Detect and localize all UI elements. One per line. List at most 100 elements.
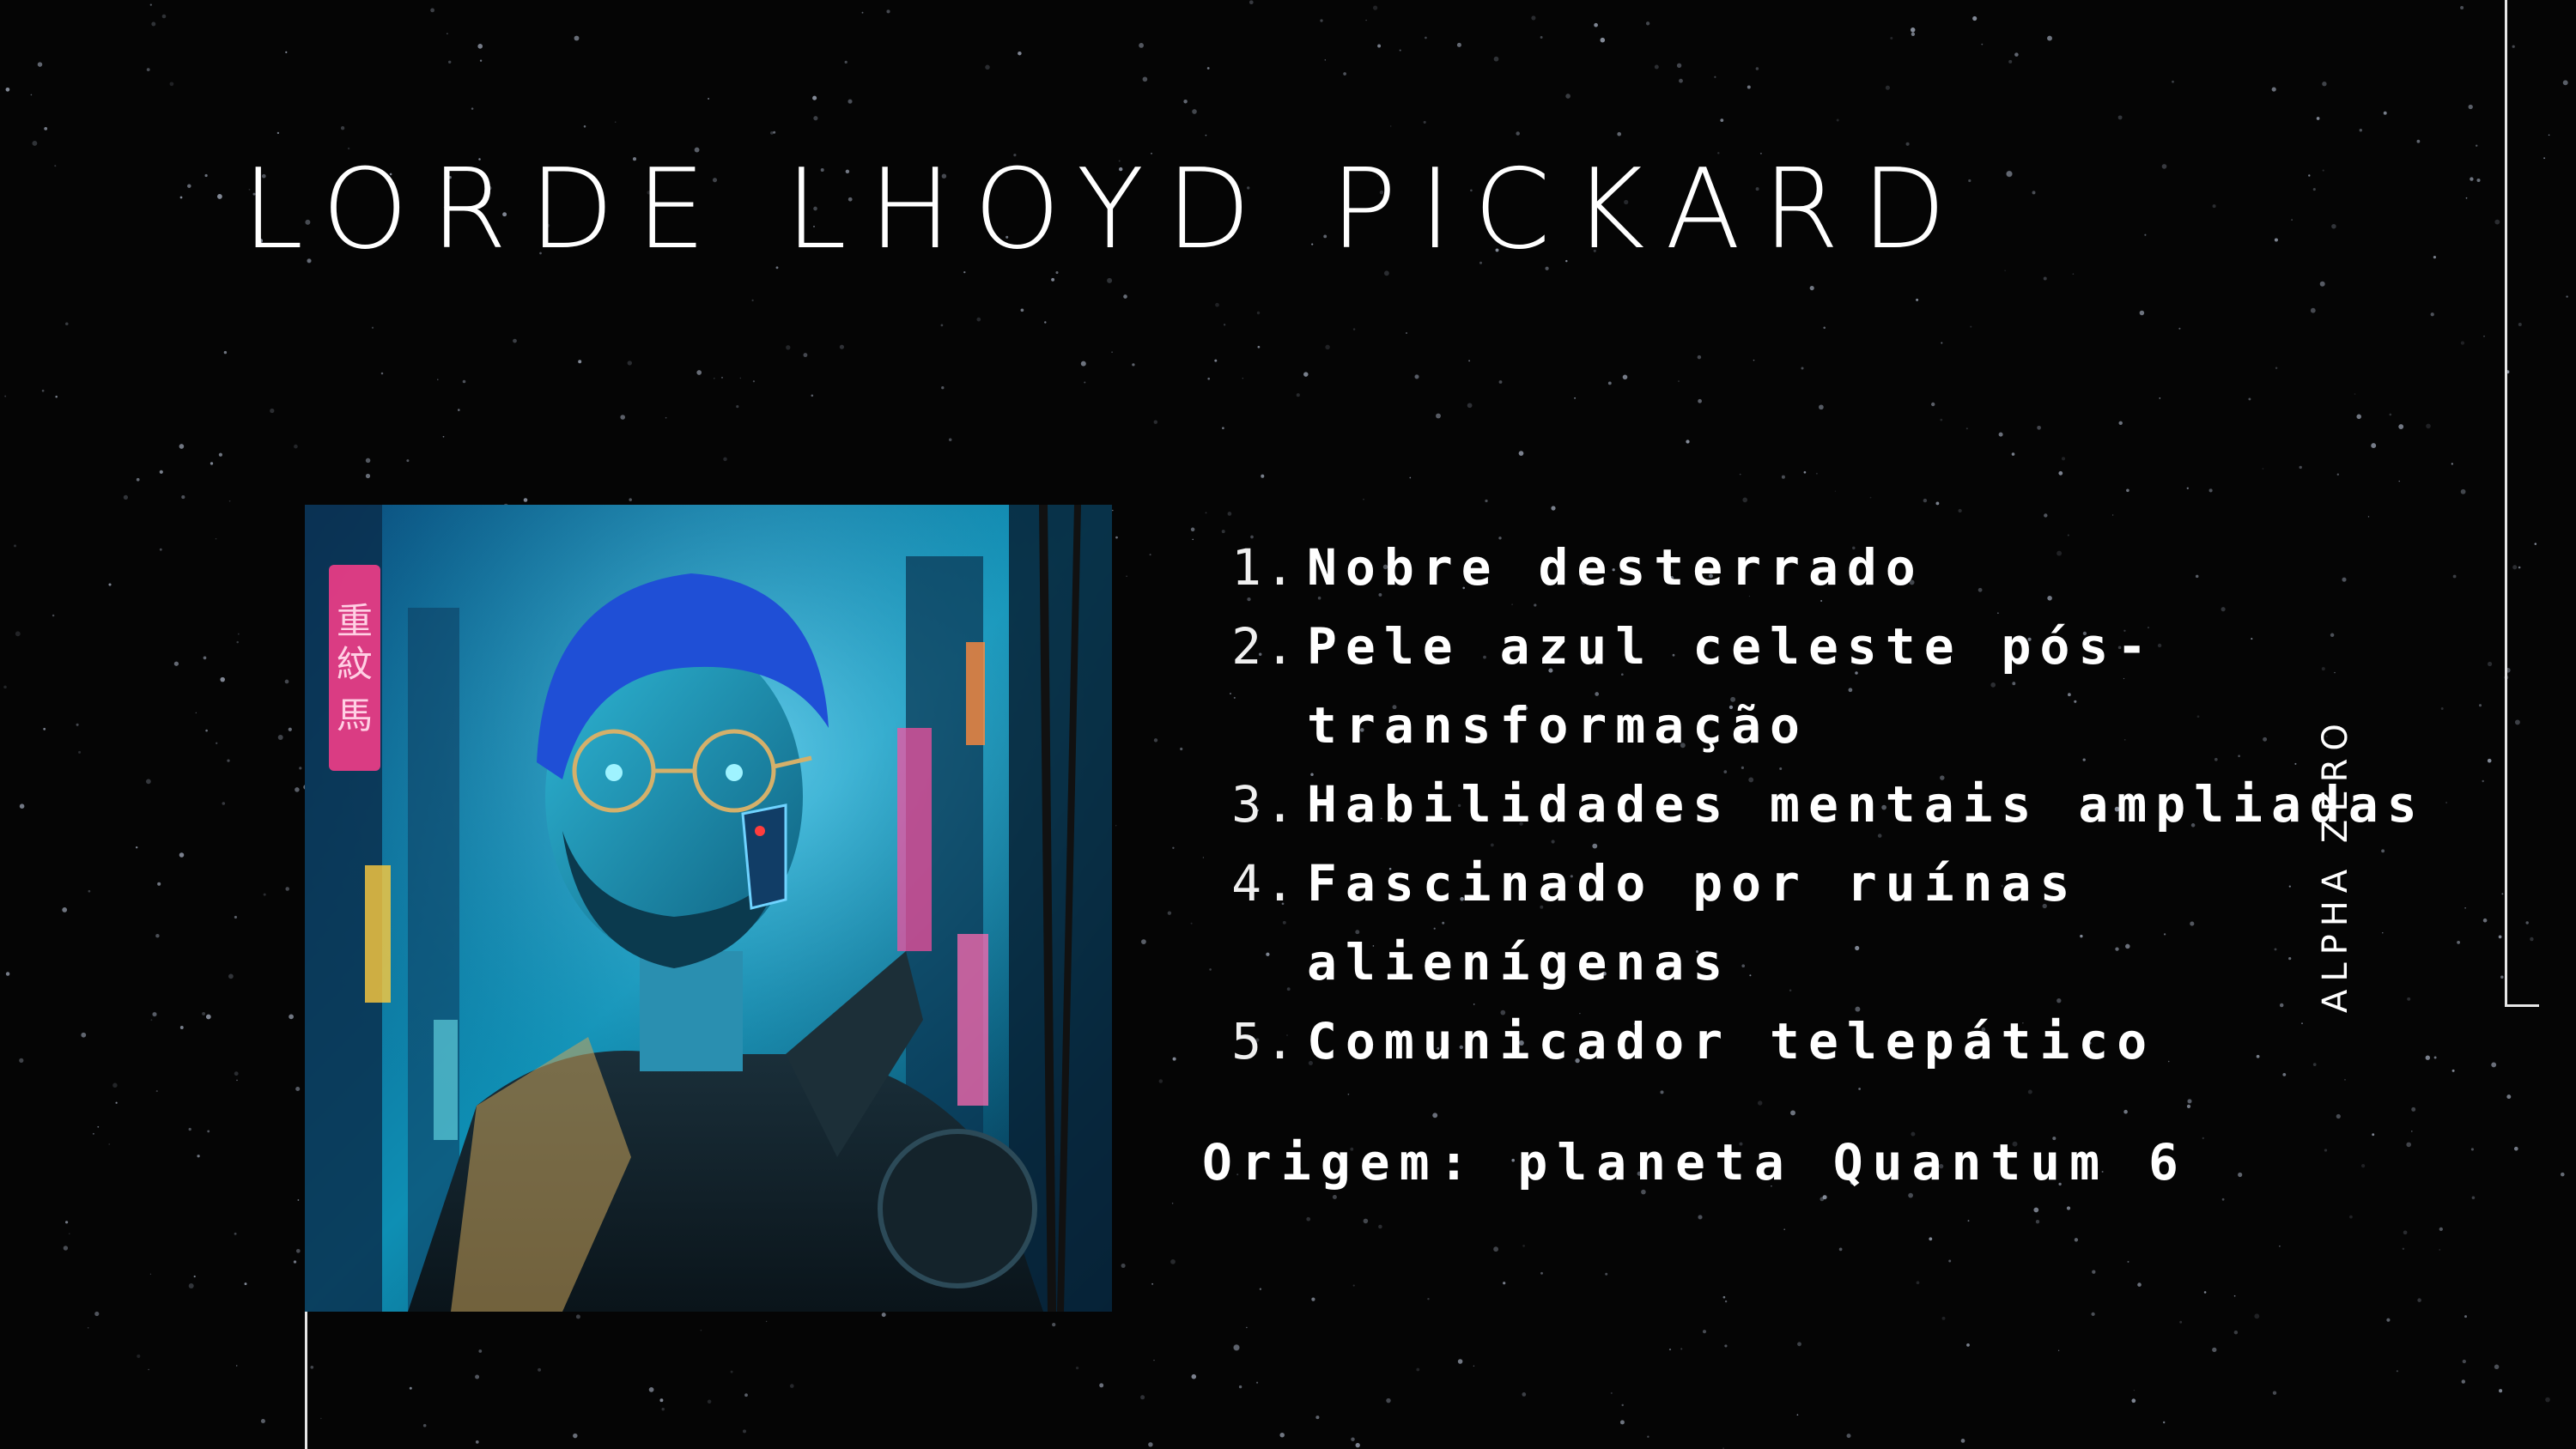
- star-dot: [288, 727, 292, 731]
- star-dot: [2319, 281, 2325, 287]
- star-dot: [148, 1368, 149, 1371]
- star-dot: [234, 915, 237, 919]
- star-dot: [1352, 328, 1356, 330]
- star-dot: [803, 353, 808, 358]
- star-dot: [108, 583, 112, 586]
- star-dot: [1617, 131, 1622, 136]
- star-dot: [1680, 1348, 1683, 1350]
- star-dot: [627, 361, 632, 366]
- star-dot: [1836, 118, 1839, 122]
- star-dot: [1051, 277, 1055, 282]
- star-dot: [2092, 1270, 2096, 1274]
- star-dot: [2483, 335, 2485, 337]
- star-dot: [1386, 1397, 1391, 1404]
- star-dot: [2417, 1298, 2421, 1302]
- star-dot: [2275, 367, 2278, 369]
- star-dot: [2137, 1282, 2142, 1287]
- list-item-text: Habilidades mentais ampliadas: [1307, 775, 2426, 834]
- star-dot: [1823, 326, 1826, 330]
- star-dot: [648, 1387, 654, 1392]
- star-dot: [1970, 325, 1972, 328]
- star-dot: [157, 882, 161, 886]
- star-dot: [2123, 1109, 2128, 1114]
- star-dot: [844, 60, 848, 64]
- star-dot: [2482, 779, 2484, 783]
- list-item-number: 1.: [1231, 538, 1298, 597]
- star-dot: [1205, 512, 1207, 514]
- star-dot: [1619, 1420, 1625, 1425]
- star-dot: [2460, 5, 2464, 10]
- star-dot: [1112, 509, 1114, 512]
- star-dot: [365, 473, 371, 479]
- portrait-illustration: 重 紋 馬: [305, 505, 1112, 1312]
- star-dot: [583, 125, 586, 128]
- star-dot: [181, 495, 185, 500]
- star-dot: [216, 193, 222, 199]
- star-dot: [1755, 67, 1759, 70]
- star-dot: [1121, 1263, 1126, 1268]
- star-dot: [2468, 104, 2473, 110]
- star-dot: [1222, 427, 1224, 430]
- star-dot: [2336, 1113, 2341, 1119]
- star-dot: [2465, 197, 2468, 199]
- star-dot: [1621, 1404, 1624, 1407]
- star-dot: [2494, 1364, 2500, 1370]
- star-dot: [1172, 846, 1175, 849]
- star-dot: [1192, 109, 1197, 114]
- star-dot: [203, 656, 207, 660]
- star-dot: [108, 1143, 111, 1145]
- star-dot: [2159, 397, 2161, 399]
- star-dot: [2316, 117, 2320, 120]
- star-dot: [2398, 480, 2400, 482]
- star-dot: [244, 1282, 247, 1286]
- trait-list: 1. Nobre desterrado 2. Pele azul celeste…: [1185, 528, 2456, 1081]
- star-dot: [1315, 1416, 1320, 1420]
- star-dot: [1261, 474, 1265, 478]
- star-dot: [2430, 312, 2434, 317]
- star-dot: [1679, 78, 1683, 83]
- list-item-text: Comunicador telepático: [1307, 1012, 2156, 1070]
- star-dot: [13, 544, 17, 548]
- star-dot: [1257, 345, 1261, 349]
- star-dot: [2451, 463, 2453, 465]
- star-dot: [1153, 420, 1158, 424]
- star-dot: [1427, 1297, 1430, 1300]
- star-dot: [813, 116, 818, 121]
- star-dot: [1279, 1432, 1285, 1438]
- star-dot: [1149, 554, 1151, 556]
- star-dot: [151, 21, 156, 27]
- star-dot: [2439, 1227, 2443, 1232]
- star-dot: [2411, 1131, 2413, 1132]
- star-dot: [2545, 1397, 2550, 1403]
- star-dot: [1259, 1288, 1262, 1290]
- star-dot: [1911, 32, 1916, 36]
- star-dot: [1948, 1259, 1952, 1263]
- star-dot: [430, 8, 435, 13]
- star-dot: [985, 64, 990, 70]
- star-dot: [1406, 332, 1407, 334]
- star-dot: [220, 676, 225, 682]
- star-dot: [65, 322, 69, 326]
- right-divider-tick: [2505, 1004, 2539, 1007]
- star-dot: [2513, 1146, 2518, 1151]
- star-dot: [2470, 177, 2474, 181]
- star-dot: [260, 1418, 265, 1424]
- star-dot: [1498, 380, 1503, 384]
- star-dot: [295, 1086, 301, 1092]
- star-dot: [1742, 497, 1748, 503]
- star-dot: [1809, 286, 1814, 291]
- star-dot: [2291, 219, 2293, 221]
- star-dot: [169, 82, 174, 87]
- star-dot: [1249, 0, 1254, 5]
- star-dot: [276, 131, 280, 135]
- star-dot: [765, 1320, 768, 1323]
- star-dot: [2254, 1313, 2260, 1319]
- star-dot: [1191, 1373, 1197, 1379]
- star-dot: [1605, 1272, 1608, 1276]
- star-dot: [2172, 80, 2174, 83]
- star-dot: [87, 1327, 89, 1329]
- star-dot: [1783, 1228, 1786, 1231]
- star-dot: [629, 498, 632, 501]
- star-dot: [1522, 1245, 1525, 1247]
- star-dot: [707, 1399, 712, 1404]
